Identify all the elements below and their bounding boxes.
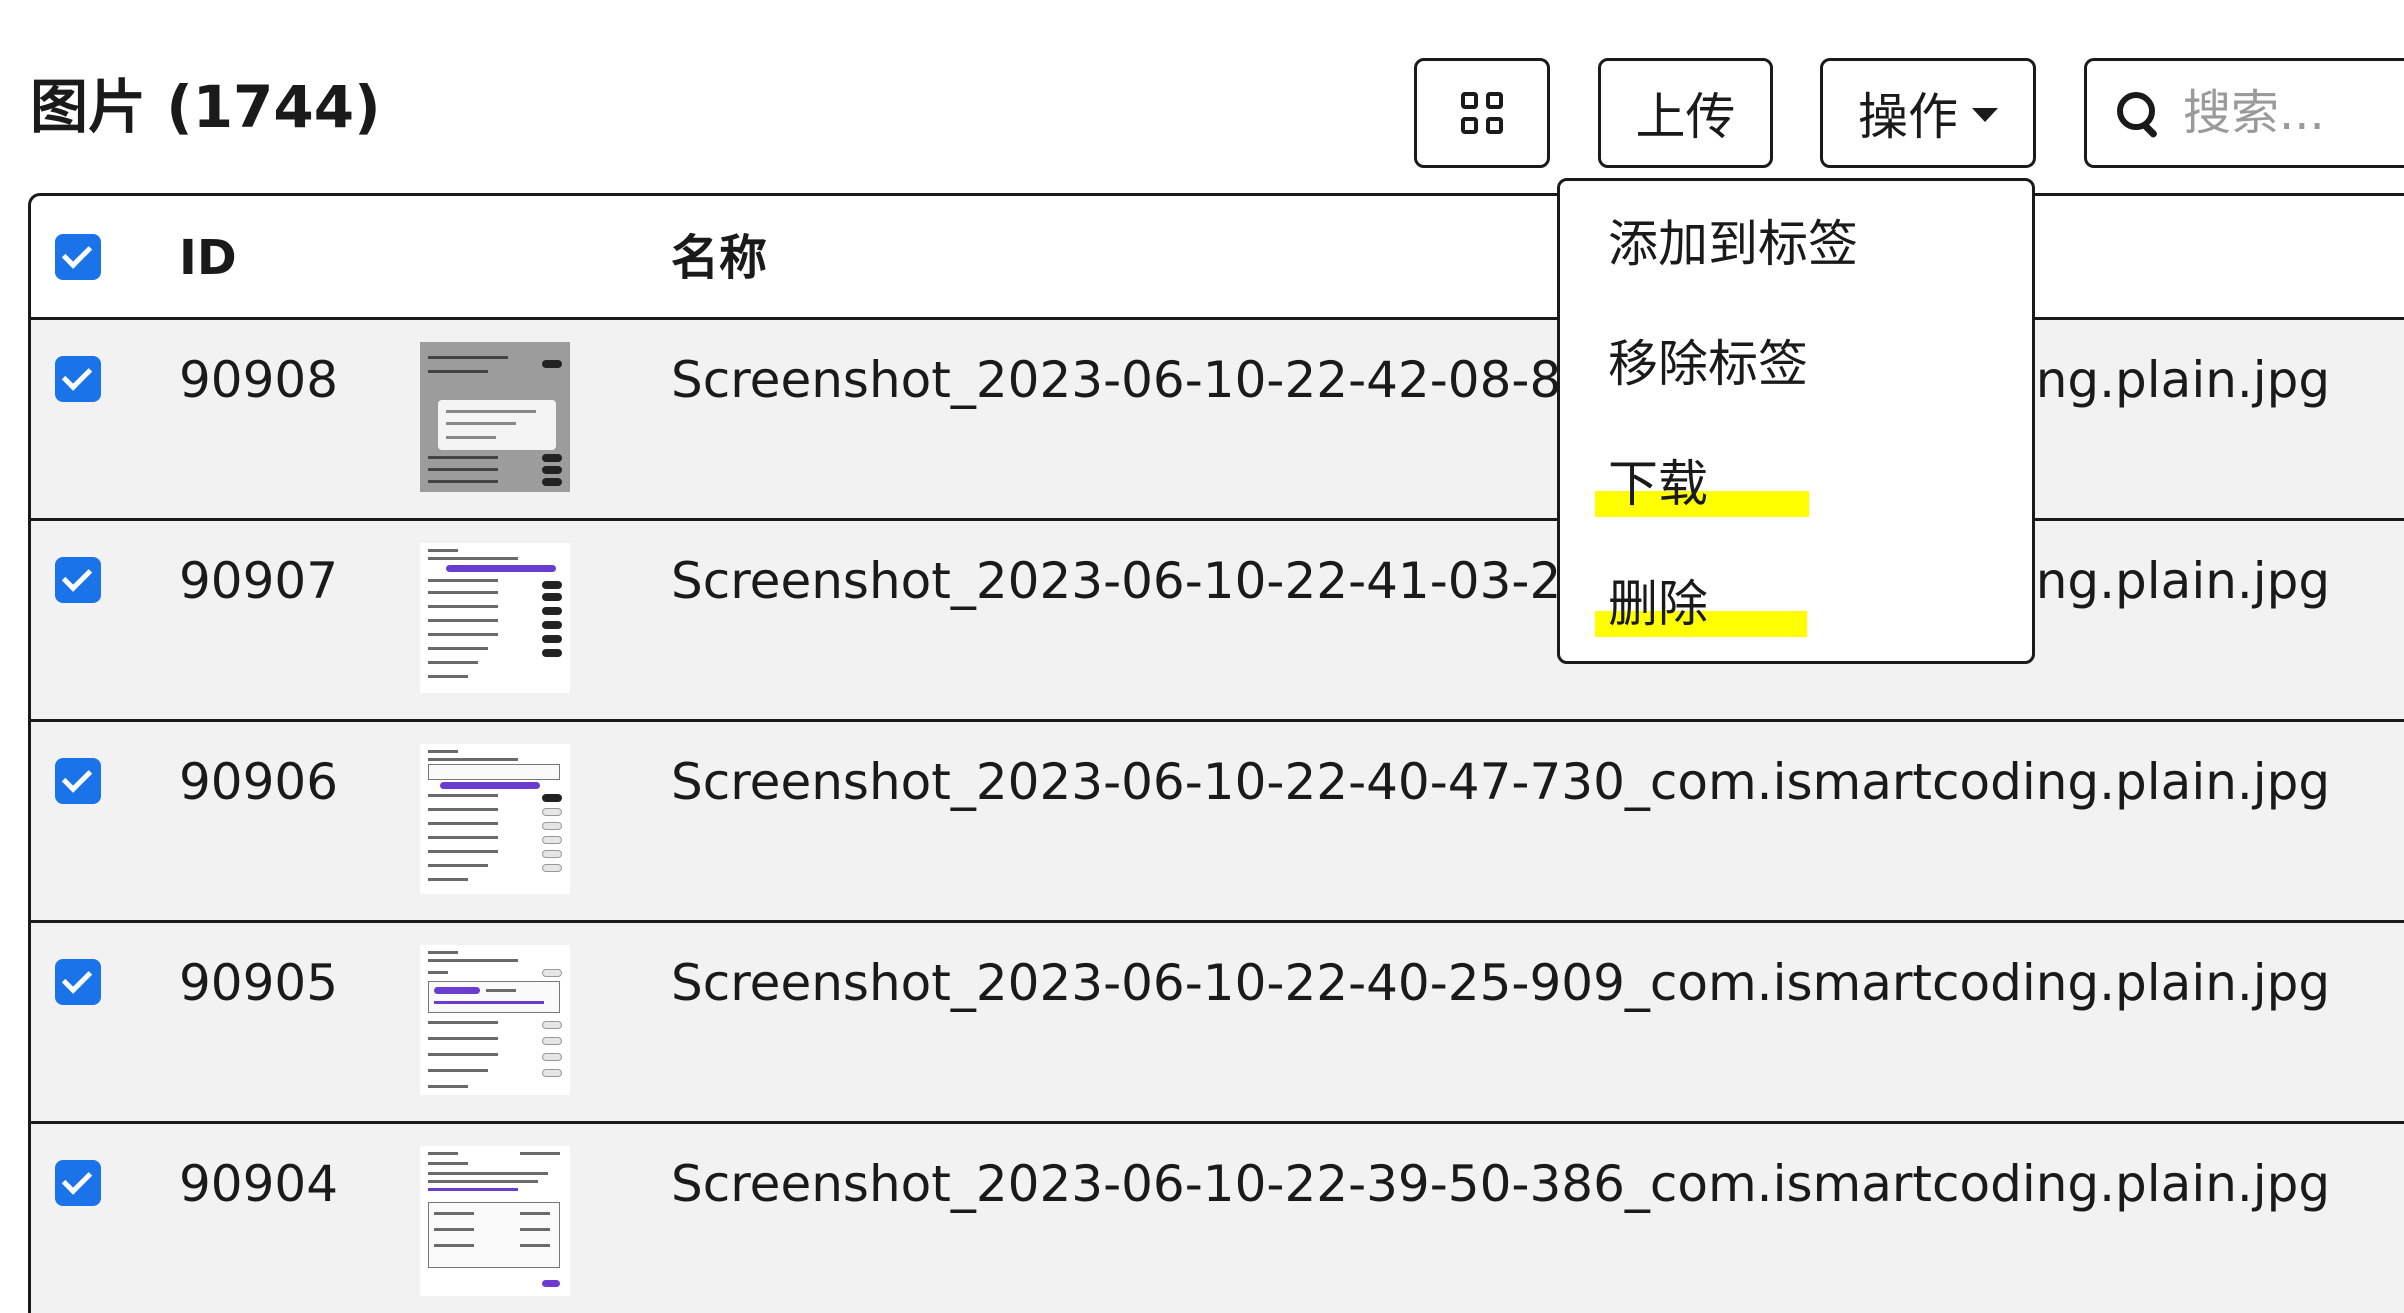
actions-dropdown-button[interactable]: 操作 bbox=[1820, 58, 2036, 168]
search-box[interactable] bbox=[2084, 58, 2404, 168]
menu-item-add-to-tag[interactable]: 添加到标签 bbox=[1608, 211, 1858, 277]
grid-icon bbox=[1461, 92, 1503, 134]
row-id: 90906 bbox=[179, 753, 339, 811]
column-header-name[interactable]: 名称 bbox=[671, 226, 767, 290]
images-table: ID 名称 90908 Screenshot_2023-06-10-22-42-… bbox=[28, 193, 2404, 1313]
image-thumbnail[interactable] bbox=[420, 744, 570, 894]
row-name[interactable]: Screenshot_2023-06-10-22-39-50-386_com.i… bbox=[671, 1150, 2330, 1218]
search-icon bbox=[2115, 90, 2161, 139]
actions-button-label: 操作 bbox=[1858, 88, 1958, 146]
view-toggle-button[interactable] bbox=[1414, 58, 1550, 168]
row-id: 90904 bbox=[179, 1155, 339, 1213]
row-id: 90905 bbox=[179, 954, 339, 1012]
actions-dropdown-menu: 添加到标签 移除标签 下载 删除 bbox=[1557, 178, 2035, 664]
menu-item-download[interactable]: 下载 bbox=[1608, 451, 1708, 517]
search-input[interactable] bbox=[2181, 84, 2404, 142]
row-checkbox[interactable] bbox=[55, 557, 101, 603]
row-checkbox[interactable] bbox=[55, 356, 101, 402]
row-checkbox[interactable] bbox=[55, 758, 101, 804]
image-thumbnail[interactable] bbox=[420, 1146, 570, 1296]
page-title: 图片 (1744) bbox=[30, 73, 381, 141]
caret-down-icon bbox=[1972, 108, 1998, 122]
row-name[interactable]: Screenshot_2023-06-10-22-41-03-214_com.i… bbox=[671, 547, 2330, 615]
row-name[interactable]: Screenshot_2023-06-10-22-42-08-865_com.i… bbox=[671, 346, 2330, 414]
row-id: 90907 bbox=[179, 552, 339, 610]
menu-item-remove-tag[interactable]: 移除标签 bbox=[1608, 331, 1808, 397]
row-name[interactable]: Screenshot_2023-06-10-22-40-47-730_com.i… bbox=[671, 748, 2330, 816]
images-page: 图片 (1744) 上传 操作 ID 名称 90908 bbox=[0, 0, 2404, 1313]
row-name[interactable]: Screenshot_2023-06-10-22-40-25-909_com.i… bbox=[671, 949, 2330, 1017]
menu-item-delete[interactable]: 删除 bbox=[1608, 571, 1708, 637]
table-row[interactable]: 90907 Screenshot_2023-06-10-22-41-03-214… bbox=[31, 521, 2404, 722]
table-row[interactable]: 90906 Screenshot_2023-06-10-22-40-47-730… bbox=[31, 722, 2404, 923]
image-thumbnail[interactable] bbox=[420, 945, 570, 1095]
upload-button[interactable]: 上传 bbox=[1598, 58, 1773, 168]
image-thumbnail[interactable] bbox=[420, 543, 570, 693]
column-header-id[interactable]: ID bbox=[179, 226, 237, 290]
table-row[interactable]: 90905 Screenshot_2023-06-10-22-40-25-909… bbox=[31, 923, 2404, 1124]
row-id: 90908 bbox=[179, 351, 339, 409]
row-checkbox[interactable] bbox=[55, 959, 101, 1005]
table-row[interactable]: 90904 Screenshot_2023-06-10-22-39-50-386… bbox=[31, 1124, 2404, 1313]
table-header: ID 名称 bbox=[31, 196, 2404, 320]
image-thumbnail[interactable] bbox=[420, 342, 570, 492]
select-all-checkbox[interactable] bbox=[55, 234, 101, 280]
row-checkbox[interactable] bbox=[55, 1160, 101, 1206]
table-row[interactable]: 90908 Screenshot_2023-06-10-22-42-08-865… bbox=[31, 320, 2404, 521]
